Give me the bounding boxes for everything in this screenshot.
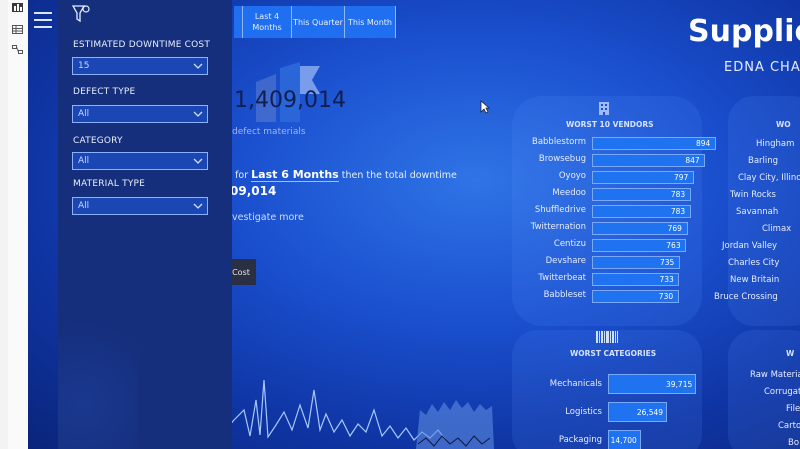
vendor-value: 763 [666, 241, 681, 250]
filter-label-category: CATEGORY [73, 136, 123, 146]
vendor-label: Twitternation [530, 222, 586, 232]
category-dropdown[interactable]: All [72, 152, 208, 170]
defect-type-dropdown[interactable]: All [72, 105, 208, 123]
tab-this-quarter[interactable]: This Quarter [292, 6, 345, 38]
location-label: Savannah [736, 207, 779, 217]
vendor-label: Babblestorm [531, 137, 586, 147]
materials-title: W [786, 349, 795, 358]
data-view-icon[interactable] [12, 25, 23, 34]
dropdown-value: All [78, 109, 90, 119]
downtime-cost-dropdown[interactable]: 15 [72, 57, 208, 75]
location-label: Climax [762, 224, 792, 234]
category-label: Mechanicals [549, 379, 602, 389]
location-label: Twin Rocks [730, 190, 776, 200]
period-tabs: Last 4 Months This Quarter This Month [234, 6, 396, 38]
vendor-label: Devshare [545, 256, 586, 266]
location-label: Bruce Crossing [714, 292, 778, 302]
vendor-value: 783 [670, 190, 686, 199]
period-highlight: Last 6 Months [251, 168, 339, 182]
report-canvas: 1,409,014 defect materials 5 for Last 6 … [28, 0, 800, 449]
dropdown-value: 15 [78, 61, 90, 71]
vendor-label: Meedoo [552, 188, 586, 198]
report-view-icon[interactable] [12, 3, 23, 12]
category-label: Packaging [558, 435, 602, 445]
vendor-value: 847 [685, 156, 700, 165]
material-label: Carto [778, 421, 800, 431]
vendor-value: 730 [658, 292, 674, 301]
page-subtitle: EDNA CHA [724, 60, 800, 75]
page-title: Supplie [688, 14, 800, 49]
filter-icon[interactable] [72, 4, 90, 24]
vendor-label: Browsebug [538, 154, 586, 164]
vendor-value: 735 [659, 258, 675, 267]
building-icon [599, 102, 609, 115]
material-label: Bo [788, 438, 800, 448]
dropdown-value: All [78, 201, 90, 211]
dropdown-value: All [78, 156, 90, 166]
location-label: New Britain [730, 275, 780, 285]
vendor-value: 783 [670, 207, 686, 216]
tab-hidden[interactable] [234, 6, 243, 38]
total-downtime-value: 09,014 [230, 184, 277, 198]
location-label: Jordan Valley [722, 241, 778, 251]
chevron-down-icon [193, 158, 203, 164]
app-side-strip [0, 0, 8, 449]
kpi-value: 1,409,014 [234, 88, 346, 113]
menu-icon[interactable] [34, 12, 52, 32]
barcode-icon [596, 331, 618, 343]
category-value: 26,549 [636, 408, 664, 417]
model-view-icon[interactable] [12, 45, 23, 54]
chevron-down-icon [193, 63, 203, 69]
panel-shade [58, 300, 138, 449]
filter-pane: ESTIMATED DOWNTIME COST 15 DEFECT TYPE A… [58, 0, 232, 449]
tab-this-month[interactable]: This Month [345, 6, 396, 38]
summary-sentence: 5 for Last 6 Months then the total downt… [226, 168, 457, 182]
location-label: Clay City, Illinois [738, 173, 800, 183]
location-label: Hingham [756, 139, 795, 149]
material-type-dropdown[interactable]: All [72, 197, 208, 215]
filter-label-defect-type: DEFECT TYPE [73, 87, 136, 97]
filter-label-downtime-cost: ESTIMATED DOWNTIME COST [73, 40, 211, 50]
chevron-down-icon [193, 203, 203, 209]
vendor-label: Oyoyo [558, 171, 586, 181]
vendor-label: Babbleset [543, 290, 586, 300]
material-label: Raw Material [750, 370, 800, 380]
locations-title: WO [776, 120, 791, 129]
investigate-text: vestigate more [232, 212, 304, 223]
vendor-label: Centizu [553, 239, 586, 249]
categories-title: WORST CATEGORIES [570, 349, 657, 358]
vendor-value: 894 [696, 139, 711, 148]
tab-last-4-months[interactable]: Last 4 Months [243, 6, 292, 38]
category-value: 14,700 [610, 436, 637, 445]
filter-label-material-type: MATERIAL TYPE [73, 179, 146, 189]
location-label: Charles City [728, 258, 780, 268]
category-label: Logistics [565, 407, 602, 417]
material-label: Corrugat [764, 387, 800, 397]
vendor-label: Twitterbeat [538, 273, 586, 283]
kpi-caption: defect materials [232, 127, 306, 137]
location-label: Barling [748, 156, 779, 166]
vendor-value: 769 [667, 224, 682, 233]
sentence-suffix: then the total downtime [341, 170, 457, 181]
chevron-down-icon [193, 111, 203, 117]
category-value: 39,715 [666, 380, 693, 389]
vendor-label: Shuffledrive [534, 205, 586, 215]
material-label: File [786, 404, 800, 414]
view-rail [8, 0, 29, 449]
vendor-value: 733 [659, 275, 674, 284]
mouse-pointer-icon [480, 100, 490, 114]
vendor-value: 797 [674, 173, 689, 182]
vendors-title: WORST 10 VENDORS [566, 120, 654, 129]
